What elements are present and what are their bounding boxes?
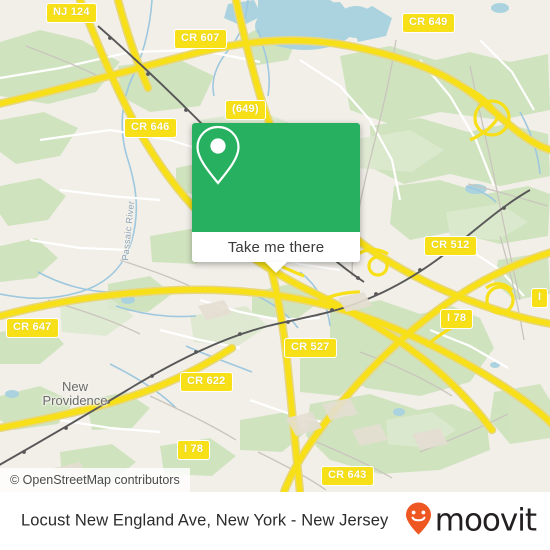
moovit-wordmark: moovit: [434, 502, 537, 539]
destination-popup-card[interactable]: Take me there: [192, 123, 360, 273]
take-me-there-label: Take me there: [227, 238, 325, 256]
popup-header: [192, 123, 360, 232]
osm-attribution[interactable]: © OpenStreetMap contributors: [0, 468, 190, 492]
road-shield[interactable]: NJ 124: [46, 3, 97, 23]
footer-bar: Locust New England Ave, New York - New J…: [0, 492, 550, 550]
attribution-text: © OpenStreetMap contributors: [10, 473, 180, 487]
map-screenshot: NJ 124 CR 607 CR 649 (649) CR 646 CR 512…: [0, 0, 550, 550]
road-shield[interactable]: CR 647: [6, 318, 59, 338]
road-shield[interactable]: CR 512: [424, 236, 477, 256]
moovit-pin-icon: [405, 502, 432, 541]
road-shield[interactable]: (649): [225, 100, 266, 120]
popup-pointer-tail: [265, 262, 287, 273]
moovit-logo[interactable]: moovit: [405, 502, 537, 541]
road-shield[interactable]: CR 649: [402, 13, 455, 33]
road-shield-partial[interactable]: I: [531, 288, 549, 308]
road-shield[interactable]: CR 622: [180, 372, 233, 392]
road-shield[interactable]: CR 527: [284, 338, 337, 358]
take-me-there-button[interactable]: Take me there: [192, 232, 360, 273]
place-label-new-providence: New Providence: [42, 379, 108, 408]
road-shield[interactable]: I 78: [177, 440, 211, 460]
road-shield[interactable]: CR 643: [321, 466, 374, 486]
road-shield[interactable]: I 78: [440, 309, 474, 329]
road-shield[interactable]: CR 607: [174, 29, 227, 49]
road-shield[interactable]: CR 646: [124, 118, 177, 138]
page-title: Locust New England Ave, New York - New J…: [21, 511, 389, 530]
map-canvas[interactable]: NJ 124 CR 607 CR 649 (649) CR 646 CR 512…: [0, 0, 550, 492]
